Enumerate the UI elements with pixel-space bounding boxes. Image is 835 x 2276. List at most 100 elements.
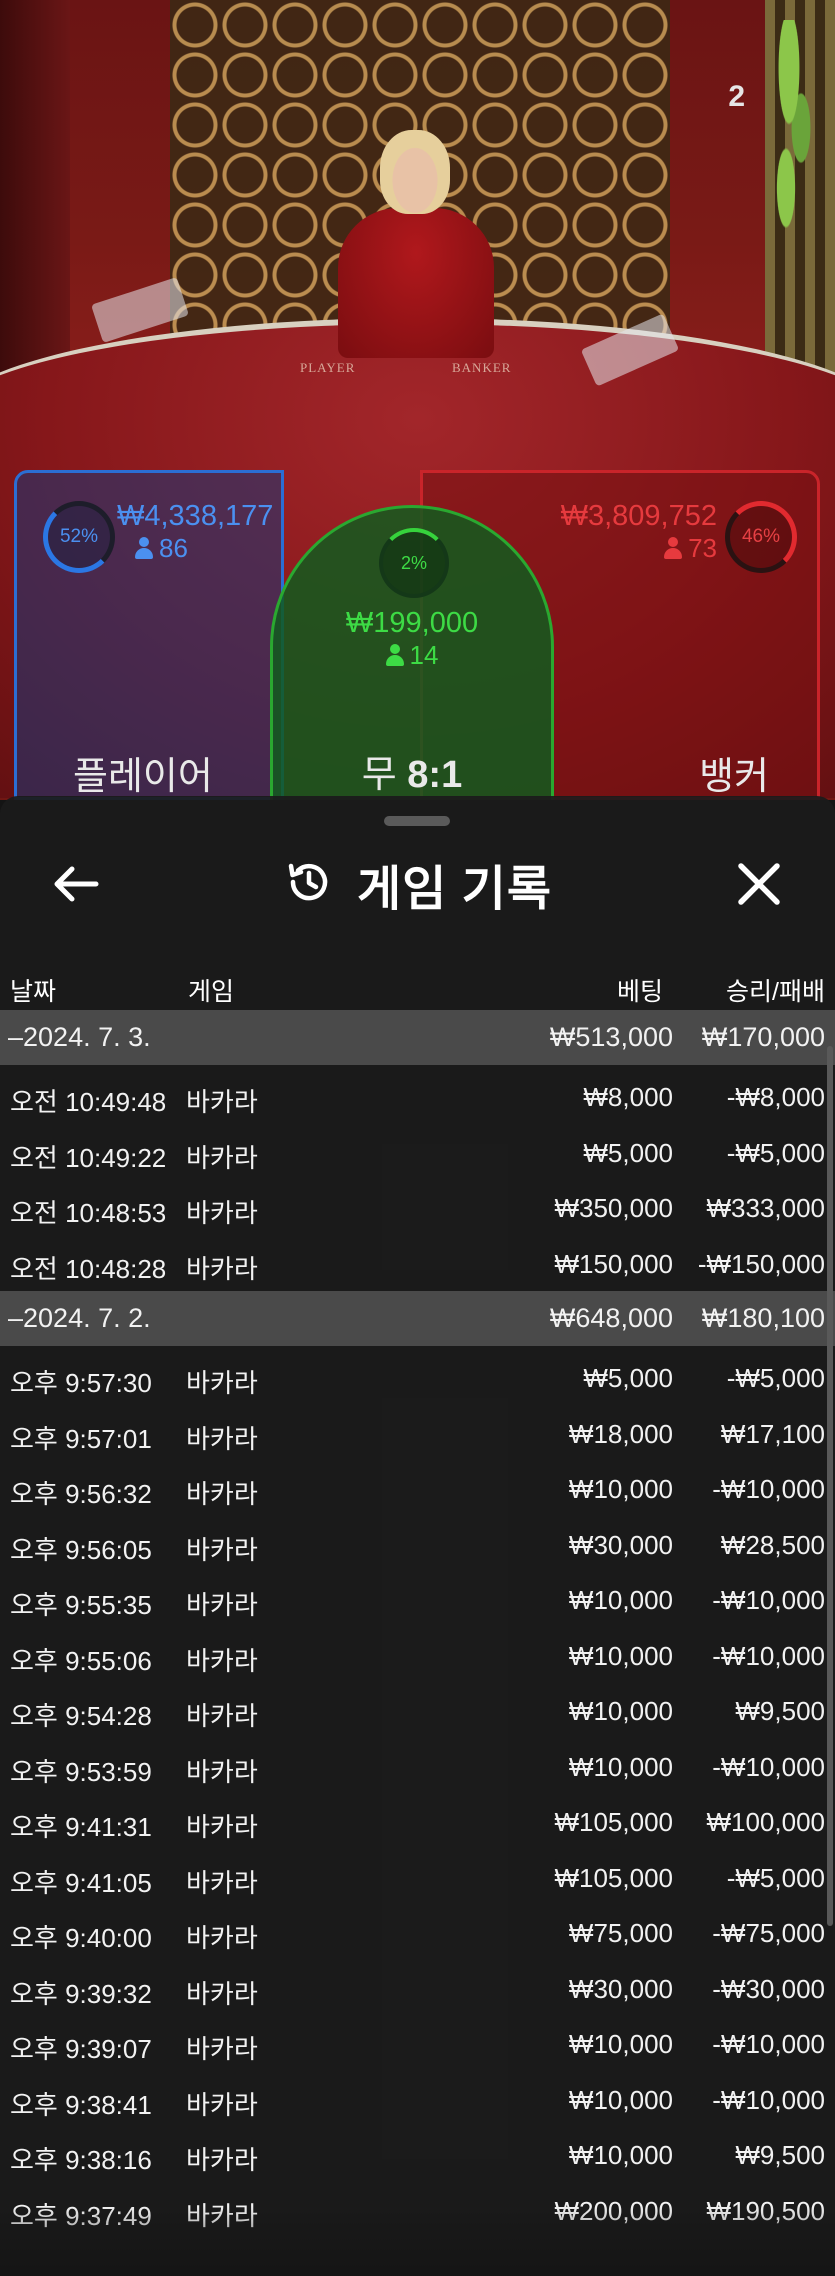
player-bet-area[interactable]: 52% ₩4,338,177 86 플레이어 [14,470,284,800]
banker-percent-ring: 46% [725,501,797,573]
row-bet: ₩350,000 [554,1193,673,1223]
day-date: –2024. 7. 3. [8,1022,151,1052]
day-total-result: ₩180,100 [701,1303,825,1333]
table-row[interactable]: 오후 9:54:28 바카라 ₩10,000 ₩9,500 [0,1683,835,1739]
player-percent-ring: 52% [43,501,115,573]
day-total-result: ₩170,000 [701,1022,825,1052]
table-word-player: PLAYER [300,360,356,375]
row-game: 바카라 [186,2145,258,2175]
table-row[interactable]: 오후 9:39:07 바카라 ₩10,000 -₩10,000 [0,2016,835,2072]
table-row[interactable]: 오후 9:38:16 바카라 ₩10,000 ₩9,500 [0,2127,835,2183]
page-title: 게임 기록 [357,863,552,916]
history-column-headers: 날짜 게임 베팅 승리/패배 [0,964,835,1008]
row-time: 오후 9:54:28 [10,1701,152,1731]
table-row[interactable]: 오후 9:57:30 바카라 ₩5,000 -₩5,000 [0,1350,835,1406]
row-time: 오후 9:41:05 [10,1867,152,1898]
row-game: 바카라 [186,2034,258,2064]
table-row[interactable]: 오후 9:38:41 바카라 ₩10,000 -₩10,000 [0,2072,835,2128]
row-result: -₩75,000 [712,1918,825,1948]
tie-bet-area[interactable]: 2% ₩199,000 14 무 8:1 [270,505,554,800]
dealer-body [338,208,494,358]
row-result: ₩17,100 [720,1418,825,1449]
table-row[interactable]: 오후 9:41:05 바카라 ₩105,000 -₩5,000 [0,1850,835,1906]
row-bet: ₩10,000 [568,1474,673,1504]
table-row[interactable]: 오후 9:56:32 바카라 ₩10,000 -₩10,000 [0,1461,835,1517]
person-icon [385,644,404,666]
day-total-bet: ₩648,000 [549,1303,673,1333]
table-row[interactable]: 오후 9:40:00 바카라 ₩75,000 -₩75,000 [0,1905,835,1961]
table-row[interactable]: 오후 9:37:49 바카라 ₩200,000 ₩190,500 [0,2183,835,2239]
row-game: 바카라 [186,1701,258,1731]
row-time: 오후 9:39:32 [10,1978,152,2009]
day-group-row[interactable]: –2024. 7. 2. ₩648,000 ₩180,100 [0,1291,835,1346]
row-game: 바카라 [186,1756,258,1787]
dealer-head [380,130,450,214]
player-label: 플레이어 [73,756,213,798]
row-time: 오후 9:41:31 [10,1812,152,1842]
row-game: 바카라 [186,1534,258,1565]
game-history-panel: 게임 기록 날짜 게임 베팅 승리/패배 –2024. 7. 3. ₩513,0… [0,796,835,2276]
row-bet: ₩10,000 [568,1585,673,1615]
table-row[interactable]: 오전 10:49:48 바카라 ₩8,000 -₩8,000 [0,1069,835,1125]
row-time: 오후 9:55:35 [10,1590,152,1620]
row-result: ₩9,500 [735,1696,825,1726]
row-bet: ₩150,000 [554,1248,673,1279]
table-row[interactable]: 오후 9:39:32 바카라 ₩30,000 -₩30,000 [0,1961,835,2017]
history-clock-icon [283,856,335,913]
row-time: 오후 9:57:30 [10,1368,152,1398]
table-row[interactable]: 오후 9:55:35 바카라 ₩10,000 -₩10,000 [0,1572,835,1628]
close-button[interactable] [729,854,789,914]
row-time: 오후 9:55:06 [10,1645,152,1676]
banker-label: 뱅커 [699,756,769,798]
row-time: 오전 10:49:48 [10,1087,167,1117]
day-date: –2024. 7. 2. [8,1303,151,1333]
row-game: 바카라 [186,1812,258,1842]
close-x-icon [738,863,780,905]
round-counter: 2 [728,80,745,113]
day-total-bet: ₩513,000 [549,1022,673,1052]
row-result: -₩5,000 [726,1363,825,1393]
history-scrollbar[interactable] [827,1046,833,1926]
tie-bettor-count: 14 [273,640,551,671]
row-time: 오후 9:40:00 [10,1923,152,1953]
row-bet: ₩18,000 [568,1418,673,1449]
row-bet: ₩10,000 [568,2029,673,2059]
row-time: 오전 10:49:22 [10,1142,167,1173]
tie-label-prefix: 무 [361,754,397,796]
row-bet: ₩105,000 [554,1807,673,1837]
tie-bet-amount: ₩199,000 [345,607,479,639]
table-row[interactable]: 오전 10:49:22 바카라 ₩5,000 -₩5,000 [0,1125,835,1181]
table-row[interactable]: 오후 9:41:31 바카라 ₩105,000 ₩100,000 [0,1794,835,1850]
row-bet: ₩10,000 [568,1640,673,1671]
table-row[interactable]: 오전 10:48:53 바카라 ₩350,000 ₩333,000 [0,1180,835,1236]
row-result: -₩10,000 [712,2084,825,2115]
row-result: -₩10,000 [712,1585,825,1615]
row-result: ₩333,000 [706,1193,825,1223]
table-row[interactable]: 오후 9:55:06 바카라 ₩10,000 -₩10,000 [0,1628,835,1684]
row-game: 바카라 [186,1368,258,1398]
row-result: ₩190,500 [706,2195,825,2226]
table-row[interactable]: 오후 9:53:59 바카라 ₩10,000 -₩10,000 [0,1739,835,1795]
row-time: 오전 10:48:28 [10,1253,167,1284]
decor-plant [765,20,825,260]
row-time: 오후 9:38:41 [10,2089,152,2120]
sheet-drag-handle[interactable] [384,816,450,826]
row-bet: ₩10,000 [568,2140,673,2170]
history-header: 게임 기록 [0,844,835,924]
row-game: 바카라 [186,2089,258,2120]
column-date: 날짜 [10,978,57,1006]
arrow-left-icon [54,866,99,902]
tie-percent-ring: 2% [379,528,449,598]
back-button[interactable] [46,854,106,914]
column-game: 게임 [188,978,235,1006]
day-group-row[interactable]: –2024. 7. 3. ₩513,000 ₩170,000 [0,1010,835,1065]
row-result: -₩5,000 [726,1862,825,1893]
table-row[interactable]: 오전 10:48:28 바카라 ₩150,000 -₩150,000 [0,1236,835,1292]
row-bet: ₩30,000 [568,1973,673,2004]
row-bet: ₩5,000 [583,1363,673,1393]
table-row[interactable]: 오후 9:56:05 바카라 ₩30,000 ₩28,500 [0,1517,835,1573]
table-row[interactable]: 오후 9:57:01 바카라 ₩18,000 ₩17,100 [0,1406,835,1462]
person-icon [135,537,153,559]
row-result: -₩10,000 [712,1640,825,1671]
row-result: -₩10,000 [712,1751,825,1782]
